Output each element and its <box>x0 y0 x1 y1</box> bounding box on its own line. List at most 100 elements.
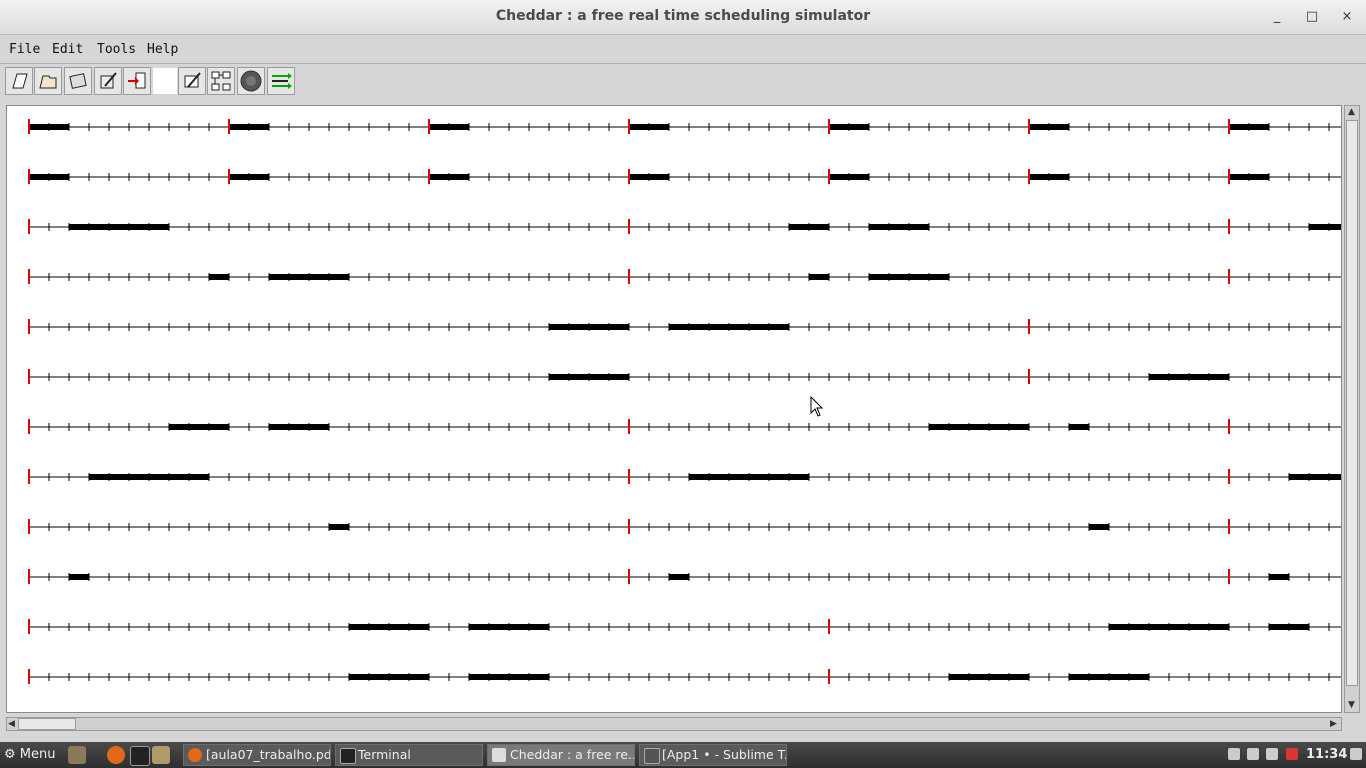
execution-segment <box>269 424 329 430</box>
execution-segment <box>629 174 669 180</box>
network-icon[interactable] <box>1247 748 1259 760</box>
volume-icon[interactable] <box>1266 748 1278 760</box>
execution-segment <box>349 674 429 680</box>
timeline-svg <box>28 119 1341 684</box>
execution-segment <box>269 274 349 280</box>
task-cheddar[interactable]: Cheddar : a free re... <box>487 744 635 766</box>
execution-segment <box>829 174 869 180</box>
title-bar: Cheddar : a free real time scheduling si… <box>0 0 1366 35</box>
execution-segment <box>789 224 829 230</box>
execution-segment <box>829 124 869 130</box>
execution-segment <box>1029 124 1069 130</box>
execution-segment <box>329 524 349 530</box>
scroll-left-arrow-icon[interactable]: ◀ <box>8 719 15 729</box>
execution-segment <box>1069 674 1149 680</box>
execution-segment <box>1149 374 1229 380</box>
execution-segment <box>429 124 469 130</box>
terminal-icon <box>340 748 356 764</box>
firefox-launcher-icon[interactable] <box>107 746 125 764</box>
execution-segment <box>549 324 629 330</box>
horizontal-scrollbar-thumb[interactable] <box>18 718 76 730</box>
terminal-launcher-icon[interactable] <box>130 746 150 766</box>
task-label: [App1 • - Sublime T... <box>662 747 787 762</box>
folder-launcher-icon[interactable] <box>152 746 170 764</box>
execution-segment <box>29 174 69 180</box>
execution-segment <box>1229 174 1269 180</box>
import-icon[interactable] <box>123 67 151 95</box>
execution-segment <box>349 624 429 630</box>
execution-segment <box>229 124 269 130</box>
menu-tools[interactable]: Tools <box>97 42 136 57</box>
toolbar <box>0 64 1366 100</box>
vertical-scrollbar-thumb[interactable] <box>1346 120 1358 686</box>
task-label: [aula07_trabalho.pd... <box>206 747 331 762</box>
execution-segment <box>89 474 209 480</box>
edit-scheduling-icon[interactable] <box>178 67 206 95</box>
menu-help[interactable]: Help <box>147 42 178 57</box>
execution-segment <box>429 174 469 180</box>
user-icon[interactable] <box>1228 748 1240 760</box>
edit-icon[interactable] <box>94 67 122 95</box>
scroll-up-arrow-icon[interactable]: ▲ <box>1348 107 1355 117</box>
execution-segment <box>689 474 809 480</box>
open-folder-icon[interactable] <box>34 67 62 95</box>
execution-segment <box>169 424 229 430</box>
execution-segment <box>1289 474 1341 480</box>
execution-segment <box>29 124 69 130</box>
task-label: Cheddar : a free re... <box>510 747 635 762</box>
execution-segment <box>809 274 829 280</box>
menu-bar: File Edit Tools Help <box>0 35 1366 64</box>
execution-segment <box>469 674 549 680</box>
minimize-button[interactable]: _ <box>1267 7 1287 27</box>
maximize-button[interactable]: □ <box>1302 7 1322 27</box>
toolbar-spacer <box>153 68 177 94</box>
close-button[interactable]: × <box>1337 7 1357 27</box>
execution-segment <box>549 374 629 380</box>
menu-edit[interactable]: Edit <box>52 42 83 57</box>
execution-segment <box>1229 124 1269 130</box>
execution-segment <box>929 424 1029 430</box>
execution-segment <box>1269 624 1309 630</box>
execution-segment <box>469 624 549 630</box>
execution-segment <box>669 574 689 580</box>
firefox-icon <box>188 748 202 762</box>
mouse-cursor-icon <box>810 396 824 417</box>
execution-segment <box>1269 574 1289 580</box>
simulate-icon[interactable] <box>237 67 265 95</box>
execution-segment <box>69 574 89 580</box>
sublime-icon <box>644 748 660 764</box>
task-label: Terminal <box>358 747 411 762</box>
execution-segment <box>869 274 949 280</box>
task-terminal[interactable]: Terminal <box>335 744 483 766</box>
execution-segment <box>1069 424 1089 430</box>
execution-segment <box>1029 174 1069 180</box>
menu-file[interactable]: File <box>9 42 40 57</box>
execution-segment <box>669 324 789 330</box>
architecture-icon[interactable] <box>207 67 235 95</box>
scheduling-timeline-canvas[interactable] <box>6 105 1342 713</box>
taskbar: ⚙ Menu [aula07_trabalho.pd... Terminal C… <box>0 742 1366 768</box>
file-manager-launcher-icon[interactable] <box>68 746 86 764</box>
execution-segment <box>949 674 1029 680</box>
task-pdf-viewer[interactable]: [aula07_trabalho.pd... <box>183 744 331 766</box>
execution-segment <box>209 274 229 280</box>
scroll-right-arrow-icon[interactable]: ▶ <box>1330 719 1337 729</box>
new-file-icon[interactable] <box>5 67 33 95</box>
clock: 11:34 <box>1306 747 1348 762</box>
task-sublime[interactable]: [App1 • - Sublime T... <box>639 744 787 766</box>
save-icon[interactable] <box>64 67 92 95</box>
horizontal-scrollbar[interactable] <box>6 717 1342 731</box>
execution-segment <box>229 174 269 180</box>
schedule-arrows-icon[interactable] <box>267 67 295 95</box>
scroll-down-arrow-icon[interactable]: ▼ <box>1348 700 1355 710</box>
execution-segment <box>1309 224 1341 230</box>
shield-icon[interactable] <box>1286 748 1298 760</box>
execution-segment <box>869 224 929 230</box>
execution-segment <box>1089 524 1109 530</box>
execution-segment <box>629 124 669 130</box>
taskbar-menu-button[interactable]: ⚙ Menu <box>4 747 56 762</box>
show-desktop-icon[interactable] <box>1350 748 1362 760</box>
window-icon <box>492 748 506 762</box>
execution-segment <box>1109 624 1229 630</box>
window-title: Cheddar : a free real time scheduling si… <box>495 8 871 24</box>
